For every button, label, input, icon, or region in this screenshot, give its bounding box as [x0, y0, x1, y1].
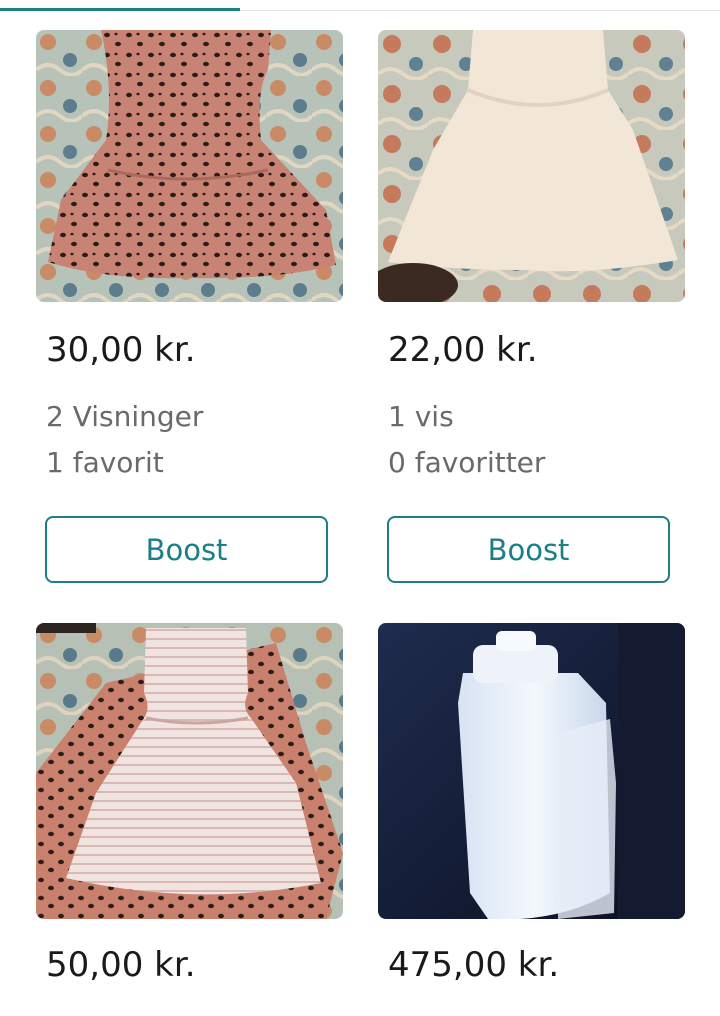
cream-dress-photo — [378, 30, 685, 302]
listing-image[interactable] — [36, 623, 343, 919]
boost-button[interactable]: Boost — [387, 516, 670, 583]
leopard-print-dress-photo — [36, 30, 343, 302]
listing-price: 475,00 kr. — [388, 945, 560, 985]
listing-card[interactable]: 22,00 kr. 1 vis 0 favoritter Boost — [378, 30, 685, 590]
listing-card[interactable]: 50,00 kr. — [36, 623, 343, 993]
listing-price: 50,00 kr. — [46, 945, 196, 985]
listing-views: 2 Visninger — [46, 400, 204, 433]
listing-card[interactable]: 475,00 kr. — [378, 623, 685, 993]
listing-price: 30,00 kr. — [46, 330, 196, 370]
striped-dress-photo — [36, 623, 343, 919]
listing-favorites: 1 favorit — [46, 446, 164, 479]
listing-card[interactable]: 30,00 kr. 2 Visninger 1 favorit Boost — [36, 30, 343, 590]
listing-image[interactable] — [36, 30, 343, 302]
tab-bar — [0, 0, 720, 12]
listing-image[interactable] — [378, 30, 685, 302]
listing-favorites: 0 favoritter — [388, 446, 546, 479]
boost-button[interactable]: Boost — [45, 516, 328, 583]
listing-image[interactable] — [378, 623, 685, 919]
water-filter-photo — [378, 623, 685, 919]
listing-price: 22,00 kr. — [388, 330, 538, 370]
listing-views: 1 vis — [388, 400, 454, 433]
active-tab-indicator — [0, 8, 240, 11]
